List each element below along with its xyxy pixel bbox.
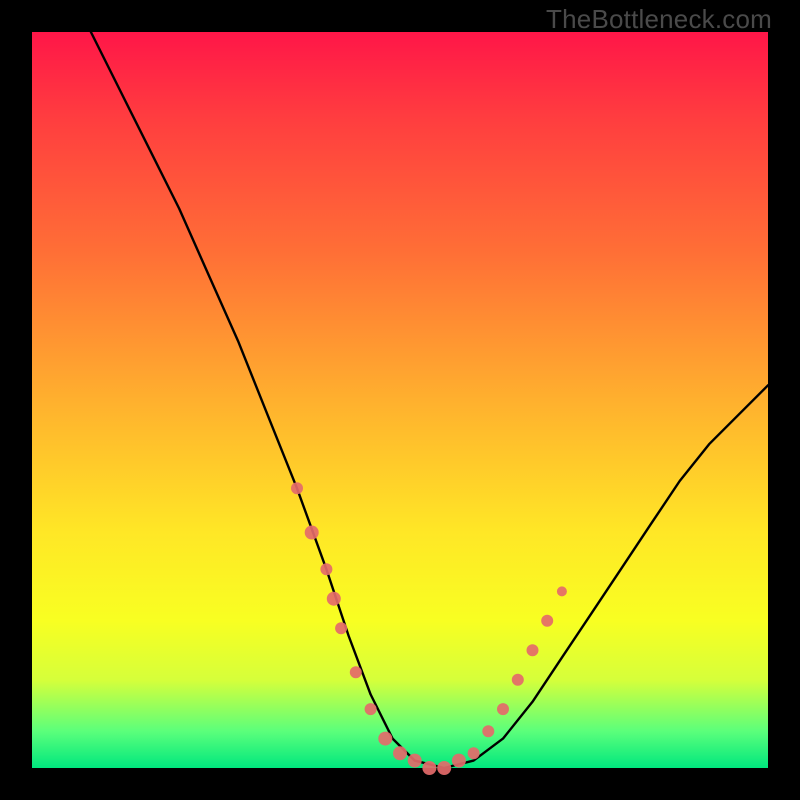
marker-dot bbox=[327, 592, 341, 606]
chart-plot-area bbox=[32, 32, 768, 768]
marker-dot bbox=[320, 563, 332, 575]
marker-dot bbox=[437, 761, 451, 775]
brand-watermark: TheBottleneck.com bbox=[546, 4, 772, 35]
curve-layer bbox=[91, 32, 768, 768]
marker-dot bbox=[497, 703, 509, 715]
marker-dot bbox=[408, 754, 422, 768]
marker-dot bbox=[422, 761, 436, 775]
marker-dot bbox=[335, 622, 347, 634]
chart-frame: TheBottleneck.com bbox=[0, 0, 800, 800]
marker-dot bbox=[557, 586, 567, 596]
marker-dot bbox=[378, 732, 392, 746]
marker-dot bbox=[541, 615, 553, 627]
marker-dot bbox=[452, 754, 466, 768]
marker-dot bbox=[291, 482, 303, 494]
marker-dot bbox=[365, 703, 377, 715]
marker-dot bbox=[527, 644, 539, 656]
bottleneck-curve bbox=[91, 32, 768, 768]
marker-dot bbox=[512, 674, 524, 686]
marker-dot bbox=[482, 725, 494, 737]
marker-layer bbox=[291, 482, 567, 775]
chart-svg bbox=[32, 32, 768, 768]
marker-dot bbox=[350, 666, 362, 678]
marker-dot bbox=[468, 747, 480, 759]
marker-dot bbox=[305, 526, 319, 540]
marker-dot bbox=[393, 746, 407, 760]
